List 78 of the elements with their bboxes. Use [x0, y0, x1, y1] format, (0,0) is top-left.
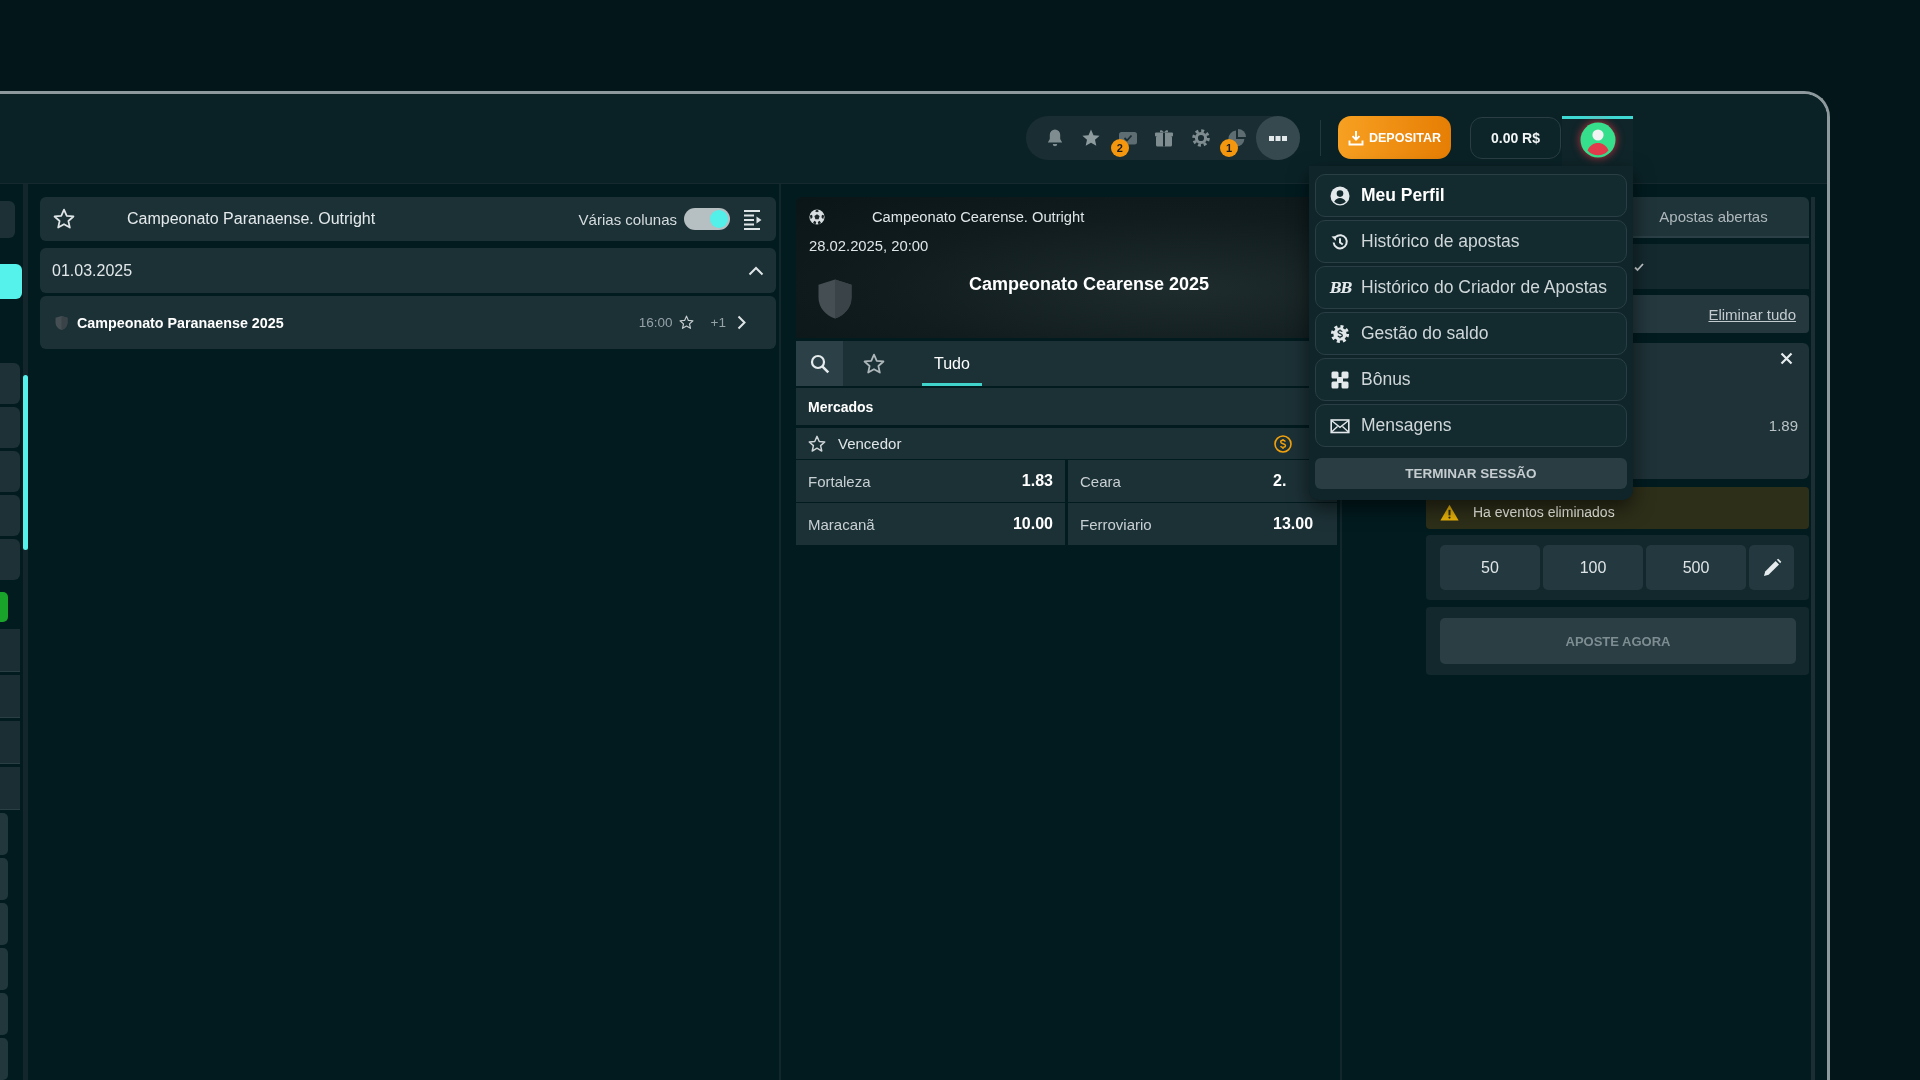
star-icon[interactable]: [863, 352, 885, 375]
columns-toggle[interactable]: [684, 208, 730, 230]
competition-title: Campeonato Paranaense. Outright: [127, 210, 377, 228]
builder-glyph-icon: BB: [1330, 277, 1350, 298]
outcome-name: Fortaleza: [808, 472, 871, 490]
odds-value: 2.: [1273, 472, 1287, 490]
avatar-icon: [1579, 122, 1616, 158]
menu-item[interactable]: BB Histórico do Criador de Apostas: [1315, 266, 1627, 309]
soccer-ball-icon: [809, 209, 825, 225]
star-icon[interactable]: [808, 434, 826, 453]
event-time: 16:00: [638, 315, 673, 330]
edit-stake-button[interactable]: [1749, 545, 1794, 590]
star-icon[interactable]: [53, 208, 75, 230]
gift-box-icon: [1330, 369, 1350, 390]
odds-value: 1.83: [1021, 472, 1053, 489]
shield-icon: [817, 277, 853, 321]
league-name: Campeonato Cearense. Outright: [872, 209, 1085, 225]
date-label: 01.03.2025: [52, 261, 133, 280]
stake-button[interactable]: 50: [1440, 545, 1540, 590]
columns-label: Várias colunas: [578, 210, 677, 228]
outcome-name: Ferroviario: [1080, 515, 1152, 533]
star-icon[interactable]: [1081, 128, 1102, 148]
odds-button[interactable]: Ferroviario 13.00: [1068, 503, 1337, 545]
status-marker: [0, 592, 8, 622]
selection-odds: 1.89: [1768, 417, 1798, 434]
settings-icon[interactable]: [1190, 128, 1211, 148]
more-button[interactable]: [1256, 116, 1300, 160]
date-group-header[interactable]: 01.03.2025: [40, 248, 776, 293]
shield-icon: [55, 314, 68, 331]
sidebar-tab[interactable]: [0, 263, 22, 299]
close-icon[interactable]: [1780, 352, 1793, 365]
coin-icon: [1274, 434, 1292, 453]
download-icon: [1348, 129, 1364, 146]
menu-item[interactable]: Meu Perfil: [1315, 174, 1627, 217]
warning-icon: [1440, 503, 1459, 521]
warning-text: Ha eventos eliminados: [1473, 504, 1615, 520]
more-icon: [1269, 135, 1287, 141]
stake-button[interactable]: 500: [1646, 545, 1746, 590]
markets-title: Mercados: [808, 398, 874, 415]
menu-item[interactable]: Gestão do saldo: [1315, 312, 1627, 355]
event-title: Campeonato Cearense 2025: [968, 273, 1210, 295]
event-datetime: 28.02.2025, 20:00: [809, 237, 929, 256]
account-button[interactable]: [1562, 116, 1633, 166]
odds-button[interactable]: Ceara 2.: [1068, 460, 1337, 502]
clear-all-link[interactable]: Eliminar tudo: [1708, 305, 1796, 323]
odds-value: 10.00: [1012, 515, 1053, 532]
search-button[interactable]: [796, 341, 843, 386]
columns-view-icon[interactable]: [743, 208, 764, 230]
profile-icon: [1330, 185, 1350, 206]
chevron-up-icon[interactable]: [748, 265, 764, 276]
scrollbar-thumb[interactable]: [23, 375, 28, 550]
event-name: Campeonato Paranaense 2025: [77, 314, 285, 331]
balance-settings-icon: [1330, 323, 1350, 344]
odds-value: 13.00: [1273, 515, 1314, 533]
history-icon: [1330, 231, 1350, 252]
event-row[interactable]: Campeonato Paranaense 2025 16:00 +1: [40, 296, 776, 349]
logout-button[interactable]: TERMINAR SESSÃO: [1315, 458, 1627, 489]
gift-icon[interactable]: [1154, 128, 1175, 148]
extra-markets-count: +1: [710, 315, 726, 330]
count-badge: 2: [1110, 139, 1129, 157]
check-icon[interactable]: [1634, 261, 1644, 272]
bell-icon[interactable]: [1045, 128, 1065, 148]
scrollbar-track[interactable]: [23, 184, 28, 1080]
market-name: Vencedor: [838, 435, 903, 452]
chevron-right-icon[interactable]: [737, 315, 746, 330]
outcome-name: Ceara: [1080, 472, 1121, 490]
star-icon[interactable]: [678, 315, 694, 330]
odds-button[interactable]: Maracanã 10.00: [796, 503, 1065, 545]
odds-button[interactable]: Fortaleza 1.83: [796, 460, 1065, 502]
pencil-icon: [1761, 557, 1782, 578]
stake-button[interactable]: 100: [1543, 545, 1643, 590]
count-badge: 1: [1219, 139, 1238, 157]
menu-item[interactable]: Mensagens: [1315, 404, 1627, 447]
outcome-name: Maracanã: [808, 515, 875, 533]
menu-item[interactable]: Bônus: [1315, 358, 1627, 401]
menu-item[interactable]: Histórico de apostas: [1315, 220, 1627, 263]
search-icon: [809, 353, 830, 374]
balance-display: 0.00 R$: [1470, 117, 1561, 159]
